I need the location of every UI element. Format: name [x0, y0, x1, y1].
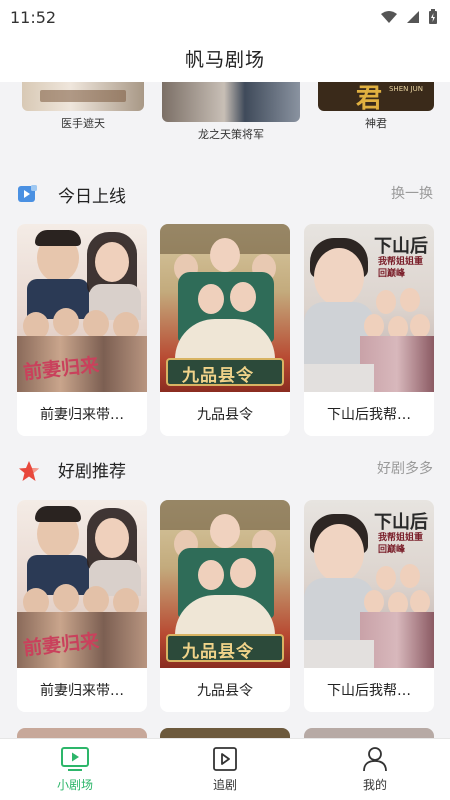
top-drama-row: 医手遮天 龙之天策将军 君 SHEN JUN 神君 [0, 82, 450, 150]
bottom-tab-bar: 小剧场 追剧 我的 [0, 738, 450, 800]
drama-poster: 前妻归来 [17, 500, 147, 668]
drama-title: 前妻归来带… [40, 683, 124, 699]
tab-follow[interactable]: 追剧 [150, 739, 300, 800]
tv-icon [61, 747, 89, 771]
drama-poster [22, 82, 144, 111]
poster-subtitle: 我帮姐姐重回巅峰 [378, 533, 424, 555]
star-icon [19, 461, 39, 481]
more-link[interactable]: 好剧多多 [377, 458, 433, 478]
signal-icon [407, 11, 419, 23]
poster-title: 九品县令 [182, 642, 254, 662]
drama-card[interactable]: 下山后 我帮姐姐重回巅峰 下山后我帮… [304, 500, 434, 712]
section-title: 今日上线 [58, 187, 126, 207]
poster-subtitle: 我帮姐姐重回巅峰 [378, 257, 424, 279]
drama-card-peek[interactable] [304, 728, 434, 738]
drama-title: 龙之天策将军 [198, 128, 264, 141]
tab-label: 我的 [362, 778, 387, 792]
drama-title: 神君 [365, 117, 387, 130]
drama-title: 医手遮天 [61, 117, 105, 130]
status-time: 11:52 [10, 7, 57, 27]
drama-card[interactable]: 前妻归来 前妻归来带… [17, 500, 147, 712]
drama-card[interactable]: 前妻归来 前妻归来带… [17, 224, 147, 436]
refresh-link[interactable]: 换一换 [391, 183, 433, 203]
drama-title: 前妻归来带… [40, 407, 124, 423]
tab-profile[interactable]: 我的 [300, 739, 450, 800]
drama-card[interactable]: 龙之天策将军 [162, 82, 300, 142]
poster-title: 下山后 [374, 512, 428, 533]
system-icons [380, 9, 438, 25]
drama-poster: 下山后 我帮姐姐重回巅峰 [304, 500, 434, 668]
drama-title: 下山后我帮… [327, 407, 411, 423]
video-icon [18, 185, 37, 202]
section-header-today: 今日上线 换一换 [0, 179, 450, 209]
drama-poster: 前妻归来 [17, 224, 147, 392]
app-header: 帆马剧场 [0, 34, 450, 82]
card-row-today: 前妻归来 前妻归来带… 九品县令 九品县令 下山后 我帮姐姐重回巅峰 下山后我帮… [0, 224, 450, 436]
page-title: 帆马剧场 [184, 48, 265, 71]
content-scroll[interactable]: 医手遮天 龙之天策将军 君 SHEN JUN 神君 今日上线 换一换 前妻归来 … [0, 82, 450, 738]
poster-title: 下山后 [374, 236, 428, 257]
section-header-recommend: 好剧推荐 好剧多多 [0, 454, 450, 484]
wifi-icon [381, 11, 397, 23]
drama-poster: 九品县令 [160, 224, 290, 392]
drama-title: 下山后我帮… [327, 683, 411, 699]
drama-title: 九品县令 [197, 683, 253, 699]
next-row-peek [0, 728, 450, 738]
drama-card[interactable]: 下山后 我帮姐姐重回巅峰 下山后我帮… [304, 224, 434, 436]
drama-title: 九品县令 [197, 407, 253, 423]
poster-title: 九品县令 [182, 366, 254, 386]
tab-label: 小剧场 [56, 778, 93, 792]
poster-char: 君 [356, 84, 383, 111]
drama-poster: 君 SHEN JUN [318, 82, 434, 111]
tab-label: 追剧 [212, 778, 237, 792]
play-icon [213, 747, 237, 771]
tab-theater[interactable]: 小剧场 [0, 739, 150, 800]
section-title: 好剧推荐 [58, 462, 126, 482]
drama-card[interactable]: 君 SHEN JUN 神君 [318, 82, 434, 131]
status-bar: 11:52 [0, 0, 450, 34]
drama-card[interactable]: 九品县令 九品县令 [160, 224, 290, 436]
user-icon [363, 747, 387, 772]
drama-poster: 九品县令 [160, 500, 290, 668]
battery-icon [429, 9, 437, 24]
drama-card-peek[interactable] [160, 728, 290, 738]
drama-card[interactable]: 九品县令 九品县令 [160, 500, 290, 712]
poster-tag: SHEN JUN [388, 85, 423, 93]
card-row-recommend: 前妻归来 前妻归来带… 九品县令 九品县令 下山后 我帮姐姐重回巅峰 下山后我帮… [0, 500, 450, 712]
drama-poster: 下山后 我帮姐姐重回巅峰 [304, 224, 434, 392]
drama-card[interactable]: 医手遮天 [22, 82, 144, 131]
drama-card-peek[interactable] [17, 728, 147, 738]
drama-poster [162, 82, 300, 122]
